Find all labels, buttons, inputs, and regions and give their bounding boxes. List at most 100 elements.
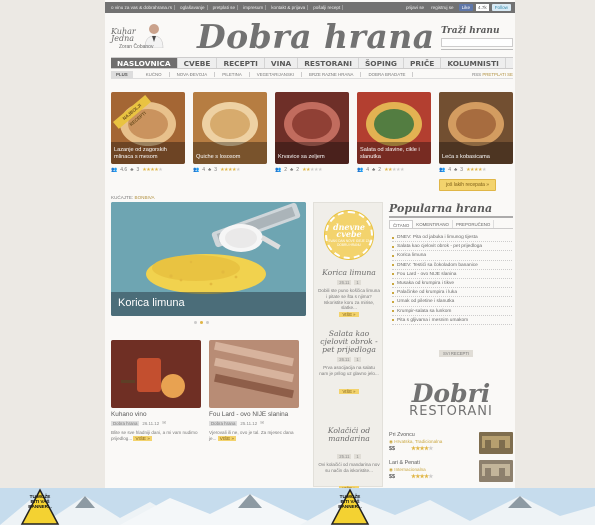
- chef-hat-icon: ♣: [372, 167, 376, 173]
- restaurant-star-icon: ★★★★★: [411, 446, 433, 452]
- article-photo[interactable]: [111, 340, 201, 408]
- subnav-item[interactable]: KUĆNO: [139, 71, 170, 77]
- nav-item-šoping[interactable]: ŠOPING: [359, 58, 404, 68]
- article-title[interactable]: Fou Lard - ovo NIJE slanina: [209, 411, 299, 418]
- restaurant-item[interactable]: Lari & Penati ◉ Internacionalna $$ ★★★★★: [389, 460, 513, 484]
- top-link[interactable]: pošalji recept: [311, 5, 344, 10]
- search-label: Traži hranu: [441, 26, 500, 36]
- popular-list-item[interactable]: DNEV: Testići sa čokoladom bananice: [392, 261, 512, 270]
- twitter-follow-button[interactable]: Follow: [491, 4, 511, 11]
- dobri-title: Dobri: [411, 379, 491, 408]
- chef-hat-icon: ♣: [208, 167, 212, 173]
- kuhar-jedna-brand[interactable]: Kuhar Jedna: [111, 28, 136, 43]
- daily-item-more-button[interactable]: VIŠE »: [339, 389, 359, 394]
- top-link[interactable]: o vinu za vas & dobrahrana.rs: [109, 5, 176, 10]
- article-tag[interactable]: Dobra hrana: [111, 420, 140, 426]
- all-recipes-button[interactable]: SVI RECEPTI: [439, 350, 474, 357]
- more-recipes-button[interactable]: još lakih recepata »: [439, 179, 497, 191]
- popular-list-item[interactable]: Palačinke od krumpira i luka: [392, 288, 512, 298]
- rss-subscribe: PRETPLATI SE: [482, 71, 513, 77]
- recipe-card[interactable]: Quiche s lososom: [193, 92, 267, 164]
- popular-list: DNEV: Pita od jabuka i limunog tijesta Sa…: [392, 233, 512, 325]
- dnevne-cvebe-badge[interactable]: dnevne cvebe SVAKI DAN NOVE IDEJE ZA DOB…: [325, 211, 373, 259]
- daily-item-title[interactable]: Salata kao cjelovit obrok - pet prijedlo…: [314, 330, 384, 354]
- subnav-item[interactable]: BRZE RAZNE HRANA: [302, 71, 362, 77]
- recipe-card[interactable]: Lazanje od zagorskih mlinaca s mesom NAJB…: [111, 92, 185, 164]
- location-pin-icon: ◉: [389, 467, 394, 472]
- nav-item-priče[interactable]: PRIČE: [404, 58, 442, 68]
- main-nav: NASLOVNICA CVEBE RECEPTI VINA RESTORANI ŠOPIN…: [111, 57, 513, 69]
- restaurant-photo[interactable]: [479, 460, 513, 482]
- popular-list-item[interactable]: DNEV: Pita od jabuka i limunog tijesta: [392, 233, 512, 243]
- popular-tab[interactable]: PREPORUČENO: [453, 220, 495, 228]
- recipe-card-caption[interactable]: Quiche s lososom: [196, 154, 264, 160]
- comment-count: 3: [214, 167, 218, 173]
- slider-dot[interactable]: [194, 321, 197, 324]
- recipe-card[interactable]: Leća s kobasicama: [439, 92, 513, 164]
- subnav-item[interactable]: PILETINA: [215, 71, 250, 77]
- article-card[interactable]: Kuhano vino Dobra hrana 26.11.12 ✉ Blite se …: [111, 340, 201, 442]
- read-more-button[interactable]: VIŠE »: [217, 436, 236, 442]
- recipe-rating: 👥 2 ♣ 2 ★★★★★: [275, 167, 322, 173]
- nav-item-kolumnisti[interactable]: KOLUMNISTI: [441, 58, 506, 68]
- popular-list-item[interactable]: Fou Lard - ovo NIJE slanina: [392, 270, 512, 279]
- article-card[interactable]: Fou Lard - ovo NIJE slanina Dobra hrana 25…: [209, 340, 299, 442]
- hero-slider[interactable]: Korica limuna: [111, 202, 306, 316]
- popular-list-item[interactable]: Korica limuna: [392, 251, 512, 261]
- recipe-card-caption[interactable]: Lazanje od zagorskih mlinaca s mesom: [114, 147, 182, 160]
- popular-list-item[interactable]: Pita s gljivama i mesnim umakom: [392, 316, 512, 325]
- restaurant-photo[interactable]: [479, 432, 513, 454]
- nav-item-cvebe[interactable]: CVEBE: [178, 58, 218, 68]
- facebook-like-button[interactable]: Like: [458, 4, 474, 11]
- slider-dot[interactable]: [200, 321, 203, 324]
- subnav-item[interactable]: DOBRA BRADATE: [361, 71, 414, 77]
- sub-nav: PLUS KUĆNO NOVA ĐEVOJA PILETINA VEGETARIJAN…: [111, 70, 513, 79]
- nav-item-restorani[interactable]: RESTORANI: [298, 58, 359, 68]
- popular-list-item[interactable]: Musaka od krumpira i tikve: [392, 279, 512, 289]
- recipe-card-caption[interactable]: Leća s kobasicama: [442, 154, 510, 160]
- article-photo[interactable]: [209, 340, 299, 408]
- nav-item-recepti[interactable]: RECEPTI: [217, 58, 265, 68]
- nav-item-vina[interactable]: VINA: [265, 58, 299, 68]
- site-logo[interactable]: Dobra hrana: [197, 17, 435, 56]
- nav-item-naslovnica[interactable]: NASLOVNICA: [111, 58, 178, 68]
- slider-dot[interactable]: [206, 321, 209, 324]
- subnav-rss[interactable]: RSS PRETPLATI SE: [472, 72, 513, 77]
- register-link[interactable]: registruj se: [429, 5, 455, 10]
- recipe-card[interactable]: Krvavice sa zeljem: [275, 92, 349, 164]
- article-tag[interactable]: Dobra hrana: [209, 420, 238, 426]
- top-links: o vinu za vas & dobrahrana.rs oglašavanje…: [109, 5, 404, 10]
- dobri-restorani-logo[interactable]: Dobri RESTORANI: [389, 379, 513, 419]
- popular-list-item[interactable]: Salata kao cjelovit obrok - pet prijedlo…: [392, 242, 512, 252]
- article-title[interactable]: Kuhano vino: [111, 411, 201, 418]
- restaurant-item[interactable]: Pri Zvoncu ◉ Hrvatska, Tradicionalna $$ ★★★…: [389, 432, 513, 456]
- ad-banner[interactable]: TU MOŽE BITI VAŠ BANNER... TU MOŽE BITI …: [0, 488, 595, 525]
- subnav-item[interactable]: NOVA ĐEVOJA: [170, 71, 216, 77]
- subnav-item[interactable]: VEGETARIJANSKI: [250, 71, 303, 77]
- top-link[interactable]: kontakt & prijava: [269, 5, 309, 10]
- article-excerpt: Blite se sve hladniji dani, a mi vam nud…: [111, 430, 201, 442]
- subnav-plus-tab[interactable]: PLUS: [111, 70, 133, 78]
- top-link[interactable]: pretplati se: [211, 5, 239, 10]
- popular-tab[interactable]: KOMENTIRANO: [413, 220, 453, 228]
- popular-list-item[interactable]: Krumpir-salata sa lunkom: [392, 307, 512, 316]
- section-label-key: KUĆAJTE:: [111, 195, 134, 200]
- read-more-button[interactable]: VIŠE »: [133, 436, 152, 442]
- top-link[interactable]: oglašavanje: [178, 5, 208, 10]
- article-meta: Dobra hrana 25.11.12 ✉: [209, 420, 299, 426]
- comment-icon: ✉: [260, 420, 264, 426]
- badge-subtitle: SVAKI DAN NOVE IDEJE ZA DOBRU HRANU: [328, 239, 370, 247]
- search-input[interactable]: [441, 38, 513, 47]
- daily-item-more-button[interactable]: VIŠE »: [339, 312, 359, 317]
- popular-list-item[interactable]: Umak od piletine i slanutka: [392, 297, 512, 307]
- recipe-card-caption[interactable]: Salata od slavine, cikle i slanutka: [360, 147, 428, 160]
- daily-item-title[interactable]: Korica limuna: [314, 269, 384, 277]
- slider-caption[interactable]: Korica limuna: [111, 292, 306, 316]
- recipe-card-caption[interactable]: Krvavice sa zeljem: [278, 154, 346, 160]
- recipe-card[interactable]: Salata od slavine, cikle i slanutka: [357, 92, 431, 164]
- chef-hat-icon: ♣: [130, 167, 134, 173]
- top-link[interactable]: impresum: [241, 5, 267, 10]
- popular-tab[interactable]: ČITANO: [389, 220, 414, 228]
- login-link[interactable]: prijavi se: [404, 5, 426, 10]
- daily-item-title[interactable]: Kolačići od mandarina: [314, 427, 384, 443]
